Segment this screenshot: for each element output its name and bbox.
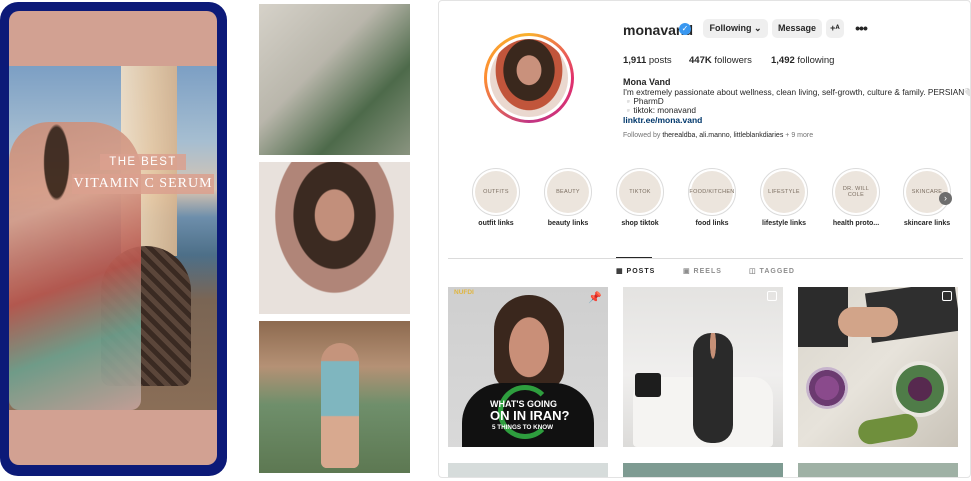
tab-tagged[interactable]: ◫ TAGGED xyxy=(749,267,795,275)
carousel-icon xyxy=(942,291,952,301)
message-button[interactable]: Message xyxy=(772,19,822,38)
story-headline-line1: THE BEST xyxy=(100,154,186,170)
verified-badge-icon: ✓ xyxy=(679,23,691,35)
highlight-food[interactable]: FOOD/KITCHEN food links xyxy=(688,168,736,227)
photo-portrait xyxy=(259,162,410,314)
highlight-label: outfit links xyxy=(478,220,514,227)
more-options-icon[interactable]: ••• xyxy=(851,19,871,38)
following-button[interactable]: Following ⌄ xyxy=(703,19,768,38)
tabs-divider xyxy=(448,258,963,259)
highlight-cover: DR. WILL COLE xyxy=(835,171,877,213)
chevron-right-icon[interactable]: › xyxy=(939,192,952,205)
post-tile[interactable] xyxy=(623,287,783,447)
followed-by-names: therealdba, ali.manno, littleblankdiarie… xyxy=(662,132,784,139)
pin-icon: 📌 xyxy=(588,292,602,304)
following-stat[interactable]: 1,492 following xyxy=(771,55,834,66)
woman-figure xyxy=(693,333,733,443)
followed-by[interactable]: Followed by therealdba, ali.manno, littl… xyxy=(623,132,813,139)
highlight-label: shop tiktok xyxy=(621,220,659,227)
followers-count: 447K xyxy=(689,55,712,66)
post-tile[interactable]: NUFDI WHAT'S GOING ON IN IRAN? 5 THINGS … xyxy=(448,287,608,447)
following-count: 1,492 xyxy=(771,55,795,66)
posts-count: 1,911 xyxy=(623,55,647,66)
highlight-label: health proto... xyxy=(832,220,880,227)
highlight-cover: OUTFITS xyxy=(475,171,517,213)
avatar-image xyxy=(490,39,568,117)
story-headline-line2: VITAMIN C SERUM xyxy=(72,174,214,194)
highlight-label: skincare links xyxy=(903,220,951,227)
followed-by-prefix: Followed by xyxy=(623,132,661,139)
greens xyxy=(856,411,920,447)
highlight-beauty[interactable]: BEAUTY beauty links xyxy=(544,168,592,227)
post-text-line2: ON IN IRAN? xyxy=(490,408,570,423)
highlight-outfits[interactable]: OUTFITS outfit links xyxy=(472,168,520,227)
black-bag xyxy=(635,373,661,397)
phone-story-image: THE BEST VITAMIN C SERUM xyxy=(9,66,217,410)
red-cabbage xyxy=(806,367,848,409)
nufdi-logo: NUFDI xyxy=(454,289,474,296)
posts-label: posts xyxy=(648,55,672,66)
bio-name: Mona Vand xyxy=(623,77,671,87)
post-text-line3: 5 THINGS TO KNOW xyxy=(492,424,554,431)
highlight-cover: LIFESTYLE xyxy=(763,171,805,213)
photo-striped-skirt xyxy=(259,4,410,155)
post-text: WHAT'S GOING ON IN IRAN? xyxy=(490,399,569,422)
instagram-profile: monavand ✓ Following ⌄ Message +ᴬ ••• 1,… xyxy=(438,0,971,478)
post-tile[interactable] xyxy=(623,463,783,477)
highlight-lifestyle[interactable]: LIFESTYLE lifestyle links xyxy=(760,168,808,227)
highlight-label: food links xyxy=(695,220,729,227)
bio-line-1: I'm extremely passionate about wellness,… xyxy=(623,87,971,97)
collage: THE BEST VITAMIN C SERUM monavand ✓ Foll… xyxy=(0,0,971,481)
post-tile[interactable] xyxy=(448,463,608,477)
phone-mockup: THE BEST VITAMIN C SERUM xyxy=(0,2,227,476)
photo-feather-dress xyxy=(259,321,410,473)
highlight-tiktok[interactable]: TIKTOK shop tiktok xyxy=(616,168,664,227)
profile-avatar[interactable] xyxy=(484,33,574,123)
carousel-icon xyxy=(767,291,777,301)
bio-link[interactable]: linktr.ee/mona.vand xyxy=(623,115,702,125)
tab-reels[interactable]: ▣ REELS xyxy=(683,267,722,275)
active-tab-indicator xyxy=(616,257,652,258)
highlight-label: beauty links xyxy=(547,220,589,227)
followers-label: followers xyxy=(714,55,752,66)
woman-figure xyxy=(309,22,349,152)
highlight-cover: TIKTOK xyxy=(619,171,661,213)
highlight-cover: FOOD/KITCHEN xyxy=(689,171,734,213)
woman-portrait xyxy=(494,295,564,390)
highlight-health[interactable]: DR. WILL COLE health proto... xyxy=(832,168,880,227)
post-tile[interactable] xyxy=(798,463,958,477)
add-user-icon[interactable]: +ᴬ xyxy=(826,19,844,38)
posts-stat: 1,911 posts xyxy=(623,55,672,66)
hands xyxy=(838,307,898,337)
salad-bowl xyxy=(892,361,948,417)
highlight-label: lifestyle links xyxy=(762,220,806,227)
highlight-cover: BEAUTY xyxy=(547,171,589,213)
followers-stat[interactable]: 447K followers xyxy=(689,55,752,66)
followed-by-more: + 9 more xyxy=(785,132,814,139)
following-label: following xyxy=(797,55,835,66)
phone-screen: THE BEST VITAMIN C SERUM xyxy=(9,11,217,465)
tab-posts[interactable]: ▦ POSTS xyxy=(616,267,655,275)
woman-figure xyxy=(321,343,359,468)
post-tile[interactable] xyxy=(798,287,958,447)
